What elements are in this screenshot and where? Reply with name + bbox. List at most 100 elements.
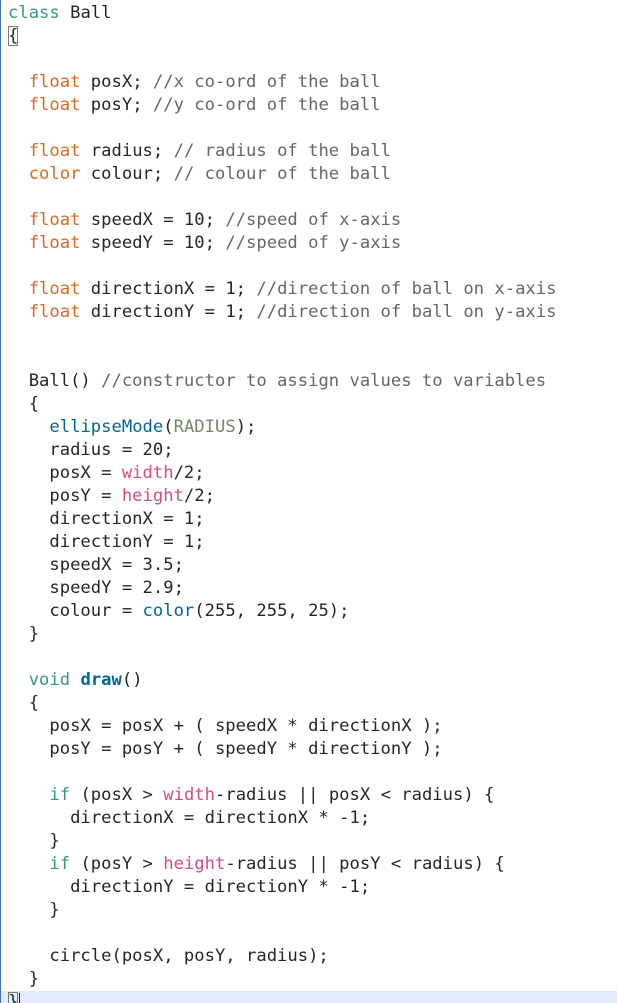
code-line[interactable]: if (posY > height-radius || posY < radiu… [8,853,617,876]
code-token: directionY = 1; [80,302,257,322]
code-line[interactable] [8,646,617,669]
code-token: RADIUS [173,417,236,437]
code-line[interactable]: Ball() //constructor to assign values to… [8,370,617,393]
code-token: width [121,463,174,483]
code-line[interactable] [8,761,617,784]
code-line[interactable]: float directionY = 1; //direction of bal… [8,301,617,324]
code-token: draw [80,670,122,690]
code-line[interactable]: ellipseMode(RADIUS); [8,416,617,439]
code-line[interactable]: directionX = 1; [8,508,617,531]
code-line[interactable]: speedX = 3.5; [8,554,617,577]
code-token: void [28,670,71,690]
code-line[interactable]: float directionX = 1; //direction of bal… [8,278,617,301]
code-line[interactable]: } [8,830,617,853]
code-token: //speed of y-axis [225,233,402,253]
code-token: float [28,302,81,322]
code-token: if [49,785,71,805]
code-token: (posX > [70,785,164,805]
code-line[interactable]: float radius; // radius of the ball [8,140,617,163]
code-token: float [28,233,81,253]
code-token: ellipseMode [49,417,164,437]
code-token: circle(posX, posY, radius); [8,946,329,966]
code-line[interactable]: float speedY = 10; //speed of y-axis [8,232,617,255]
code-line[interactable]: float speedX = 10; //speed of x-axis [8,209,617,232]
code-token: ); [235,417,257,437]
code-token: speedX = 10; [80,210,226,230]
code-line[interactable]: directionY = 1; [8,531,617,554]
code-token: colour = [8,601,143,621]
code-line[interactable]: posX = width/2; [8,462,617,485]
code-token: class [8,3,60,23]
code-line[interactable]: void draw() [8,669,617,692]
code-line[interactable]: directionX = directionX * -1; [8,807,617,830]
code-token: { [8,26,19,46]
code-token: float [28,95,81,115]
code-line[interactable] [8,186,617,209]
code-line[interactable] [8,48,617,71]
code-token: posX; [80,72,153,92]
code-token: float [28,210,81,230]
code-line[interactable]: { [8,692,617,715]
code-line[interactable]: float posY; //y co-ord of the ball [8,94,617,117]
code-token: //direction of ball on x-axis [256,279,557,299]
code-text-area[interactable]: class Ball{ float posX; //x co-ord of th… [1,2,617,1003]
code-line[interactable]: color colour; // colour of the ball [8,163,617,186]
code-token: // colour of the ball [173,164,391,184]
code-token: posY; [80,95,153,115]
code-token: posX = [8,463,122,483]
code-line[interactable] [8,347,617,370]
code-token: { [8,693,40,713]
code-line[interactable]: directionY = directionY * -1; [8,876,617,899]
code-line[interactable]: float posX; //x co-ord of the ball [8,71,617,94]
code-line[interactable] [8,324,617,347]
code-token: width [163,785,215,805]
code-line[interactable]: radius = 20; [8,439,617,462]
code-token: posY = posY + ( speedY * directionY ); [8,739,443,759]
code-token: ( [163,417,174,437]
code-line[interactable]: if (posX > width-radius || posX < radius… [8,784,617,807]
current-code-line[interactable]: } [1,991,617,1003]
code-line[interactable] [8,255,617,278]
code-token: posY = [8,486,122,506]
code-line[interactable]: circle(posX, posY, radius); [8,945,617,968]
code-token: height [163,854,226,874]
code-line[interactable]: } [8,899,617,922]
code-line[interactable] [8,922,617,945]
code-token: Ball() [8,371,102,391]
code-token: } [8,900,60,920]
code-line[interactable]: } [8,968,617,991]
code-token: //x co-ord of the ball [152,72,381,92]
code-line[interactable]: speedY = 2.9; [8,577,617,600]
code-line[interactable]: posX = posX + ( speedX * directionX ); [8,715,617,738]
code-token: } [8,992,19,1003]
code-line[interactable] [8,117,617,140]
code-token: color [28,164,81,184]
code-line[interactable]: { [8,393,617,416]
code-token: (posY > [70,854,164,874]
code-token: (255, 255, 25); [194,601,350,621]
code-line[interactable]: class Ball [8,2,617,25]
code-token: -radius || posX < radius) { [215,785,495,805]
code-editor[interactable]: class Ball{ float posX; //x co-ord of th… [0,0,617,1003]
code-token: //direction of ball on y-axis [256,302,557,322]
code-line[interactable]: } [8,623,617,646]
code-line[interactable]: posY = posY + ( speedY * directionY ); [8,738,617,761]
code-token: if [49,854,71,874]
code-token: speedX = 3.5; [8,555,184,575]
code-token: //y co-ord of the ball [152,95,381,115]
code-line[interactable]: colour = color(255, 255, 25); [8,600,617,623]
code-line[interactable]: { [8,25,617,48]
code-token: -radius || posY < radius) { [225,854,505,874]
code-token: color [142,601,195,621]
code-token: directionX = 1; [80,279,257,299]
code-token: height [121,486,184,506]
code-line[interactable]: posY = height/2; [8,485,617,508]
